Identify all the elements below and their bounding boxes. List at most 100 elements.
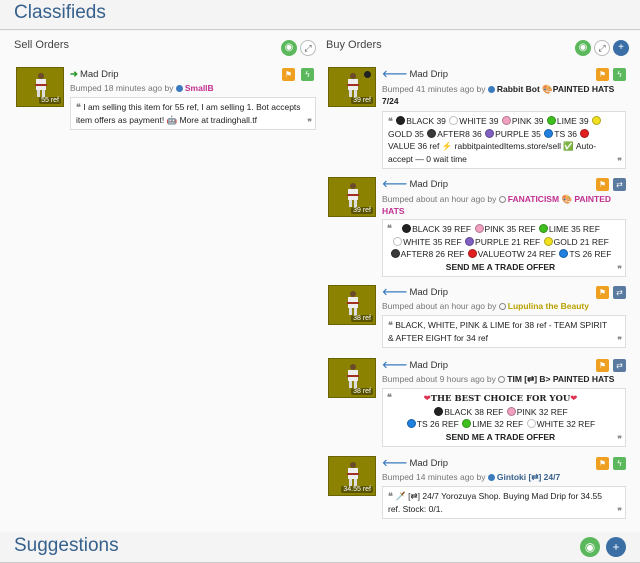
flag-icon: ⚑ bbox=[598, 459, 607, 468]
watch-buy-button[interactable]: ◉ bbox=[575, 40, 591, 56]
quote-close-icon: ❞ bbox=[617, 433, 622, 444]
sell-arrow-icon: ➜ bbox=[70, 69, 78, 80]
paint-after8-icon bbox=[390, 249, 400, 258]
price-tag: 34.55 ref bbox=[341, 486, 373, 493]
trade-icon: ⇄ bbox=[616, 180, 623, 189]
item-image[interactable]: 39 ref bbox=[328, 177, 376, 217]
listing-description: ❝ I am selling this item for 55 ref, I a… bbox=[70, 97, 316, 130]
paint-purple-icon bbox=[465, 236, 475, 246]
price-tag: 55 ref bbox=[39, 97, 61, 104]
paint-ts-icon bbox=[544, 128, 554, 138]
user-link[interactable]: SmallB bbox=[185, 83, 214, 93]
instant-trade-button[interactable]: ϟ bbox=[613, 68, 626, 81]
buy-listing: 38 ref 🡐 Mad Drip ⚑ ⇄ Bumped about 9 hour… bbox=[328, 358, 626, 448]
price-tag: 38 ref bbox=[351, 388, 373, 395]
add-buy-button[interactable]: + bbox=[613, 40, 629, 56]
send-offer-button[interactable]: ⇄ bbox=[613, 359, 626, 372]
watch-sell-button[interactable]: ◉ bbox=[281, 40, 297, 56]
quote-open-icon: ❝ bbox=[76, 102, 81, 112]
user-link[interactable]: Lupulina the Beauty bbox=[508, 301, 589, 311]
user-link[interactable]: Gintoki [⇄] 24/7 bbox=[497, 472, 560, 482]
status-dot bbox=[498, 376, 506, 383]
classifieds-header: Classifieds bbox=[0, 0, 640, 30]
paint-lime-icon bbox=[462, 419, 472, 428]
buy-arrow-icon: 🡐 bbox=[382, 458, 408, 469]
price-tag: 39 ref bbox=[351, 97, 373, 104]
quote-open-icon: ❝ bbox=[387, 392, 392, 402]
expand-buy-button[interactable]: ⤢ bbox=[594, 40, 610, 56]
paint-white-icon bbox=[393, 236, 403, 246]
status-dot bbox=[175, 85, 183, 92]
item-image[interactable]: 38 ref bbox=[328, 358, 376, 398]
paint-purple-icon bbox=[485, 128, 495, 138]
eye-icon: ◉ bbox=[584, 540, 596, 554]
listing-description: ❝ BLACK 39 WHITE 39 PINK 39 LIME 39 GOLD… bbox=[382, 111, 626, 169]
bumped-info: Bumped about an hour ago by FANATICISM 🎨… bbox=[382, 194, 612, 216]
report-button[interactable]: ⚑ bbox=[596, 68, 609, 81]
buy-listing: 38 ref 🡐 Mad Drip ⚑ ⇄ Bumped about an hou… bbox=[328, 285, 626, 351]
report-button[interactable]: ⚑ bbox=[282, 68, 295, 81]
paint-gold-icon bbox=[543, 236, 553, 246]
send-offer-button[interactable]: ⇄ bbox=[613, 286, 626, 299]
paint-pink-icon bbox=[474, 224, 484, 233]
report-button[interactable]: ⚑ bbox=[596, 457, 609, 470]
item-image[interactable]: 38 ref bbox=[328, 285, 376, 325]
instant-trade-button[interactable]: ϟ bbox=[301, 68, 314, 81]
bumped-info: Bumped 14 minutes ago by Gintoki [⇄] 24/… bbox=[382, 472, 561, 482]
listing-description: ❝ BLACK 39 REF PINK 35 REF LIME 35 REF W… bbox=[382, 219, 626, 277]
eye-icon: ◉ bbox=[284, 42, 294, 53]
expand-icon: ⤢ bbox=[304, 43, 312, 53]
quote-close-icon: ❞ bbox=[307, 116, 312, 127]
listing-title: 🡐 Mad Drip bbox=[382, 458, 449, 469]
report-button[interactable]: ⚑ bbox=[596, 359, 609, 372]
sell-listing: 55 ref ➜ Mad Drip ⚑ ϟ Bumped 18 minutes a… bbox=[16, 67, 316, 130]
watch-suggestions-button[interactable]: ◉ bbox=[580, 537, 600, 557]
add-suggestion-button[interactable]: + bbox=[606, 537, 626, 557]
buy-arrow-icon: 🡐 bbox=[382, 179, 408, 190]
suggestions-title: Suggestions bbox=[14, 535, 119, 556]
user-link[interactable]: TIM [⇄] B> PAINTED HATS bbox=[507, 374, 614, 384]
quote-open-icon: ❝ bbox=[388, 491, 393, 501]
status-dot bbox=[487, 474, 495, 481]
listing-title: 🡐 Mad Drip bbox=[382, 287, 449, 298]
eye-icon: ◉ bbox=[578, 42, 588, 53]
flag-icon: ⚑ bbox=[598, 288, 607, 297]
item-figure-icon bbox=[347, 462, 359, 486]
paint-ts-icon bbox=[559, 249, 569, 258]
quote-close-icon: ❞ bbox=[617, 155, 622, 166]
report-button[interactable]: ⚑ bbox=[596, 286, 609, 299]
item-figure-icon bbox=[347, 73, 359, 97]
expand-icon: ⤢ bbox=[598, 43, 606, 53]
instant-trade-button[interactable]: ϟ bbox=[613, 457, 626, 470]
quote-close-icon: ❞ bbox=[617, 505, 622, 516]
user-link[interactable]: Rabbit Bot bbox=[497, 84, 540, 94]
price-tag: 38 ref bbox=[351, 315, 373, 322]
user-link[interactable]: FANATICISM bbox=[508, 194, 559, 204]
item-image[interactable]: 34.55 ref bbox=[328, 456, 376, 496]
item-figure-icon bbox=[347, 291, 359, 315]
paint-lime-icon bbox=[538, 224, 548, 233]
paint-black-icon bbox=[434, 406, 444, 416]
listing-description: ❝ ❤THE BEST CHOICE FOR YOU❤ BLACK 38 REF… bbox=[382, 388, 626, 447]
trade-icon: ⇄ bbox=[616, 361, 623, 370]
page-title: Classifieds bbox=[14, 2, 106, 23]
lightning-icon: ϟ bbox=[617, 70, 622, 79]
paint-gold-icon bbox=[591, 116, 601, 125]
report-button[interactable]: ⚑ bbox=[596, 178, 609, 191]
quote-close-icon: ❞ bbox=[617, 263, 622, 274]
paint-black-icon bbox=[396, 116, 406, 125]
listing-title: 🡐 Mad Drip bbox=[382, 360, 449, 371]
orders-panel: Sell Orders ◉ ⤢ Buy Orders ◉ ⤢ + 55 ref … bbox=[0, 31, 640, 532]
expand-sell-button[interactable]: ⤢ bbox=[300, 40, 316, 56]
item-image[interactable]: 39 ref bbox=[328, 67, 376, 107]
bumped-info: Bumped 18 minutes ago by SmallB bbox=[70, 83, 214, 93]
buy-listing: 39 ref 🡐 Mad Drip ⚑ ⇄ Bumped about an hou… bbox=[328, 177, 626, 277]
paint-after8-icon bbox=[427, 128, 437, 138]
send-offer-button[interactable]: ⇄ bbox=[613, 178, 626, 191]
suggestions-header: Suggestions ◉ + bbox=[0, 533, 640, 563]
bumped-info: Bumped about 9 hours ago by TIM [⇄] B> P… bbox=[382, 374, 615, 384]
buy-arrow-icon: 🡐 bbox=[382, 287, 408, 298]
paint-value-icon bbox=[467, 249, 477, 258]
status-dot bbox=[498, 303, 506, 310]
item-image[interactable]: 55 ref bbox=[16, 67, 64, 107]
